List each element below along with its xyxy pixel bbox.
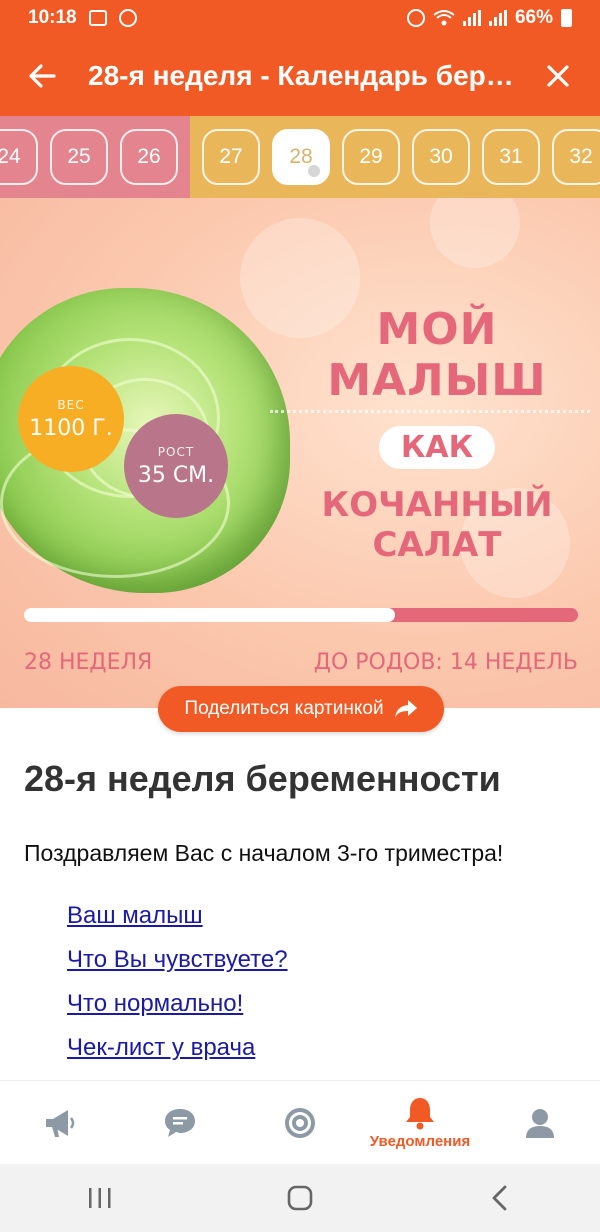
height-label: РОСТ xyxy=(157,444,195,459)
link-what-you-feel[interactable]: Что Вы чувствуете? xyxy=(67,946,288,974)
week-pill[interactable]: 27 xyxy=(202,129,260,185)
recent-apps-icon xyxy=(89,1188,111,1208)
chevron-left-icon xyxy=(492,1185,507,1211)
weight-label: ВЕС xyxy=(57,397,85,412)
article-intro: Поздравляем Вас с началом 3-го триместра… xyxy=(24,840,504,866)
image-notification-icon xyxy=(88,10,107,26)
link-your-baby[interactable]: Ваш малыш xyxy=(67,902,288,930)
week-pill[interactable]: 24 xyxy=(0,129,38,185)
status-time: 10:18 xyxy=(28,7,77,28)
alarm-icon xyxy=(406,9,425,27)
link-what-is-normal[interactable]: Что нормально! xyxy=(67,990,288,1018)
nav-notifications-label: Уведомления xyxy=(369,1133,471,1150)
week-pill[interactable]: 29 xyxy=(342,129,400,185)
weight-badge: ВЕС 1100 Г. xyxy=(18,366,124,472)
bokeh-decoration xyxy=(430,198,520,268)
home-button[interactable] xyxy=(270,1178,330,1218)
height-value: 35 СМ. xyxy=(137,462,215,488)
week-pill[interactable]: 25 xyxy=(50,129,108,185)
nav-goals[interactable] xyxy=(240,1081,360,1164)
nav-profile[interactable] xyxy=(480,1081,600,1164)
signal-icon xyxy=(462,10,481,26)
chat-icon xyxy=(165,1108,195,1137)
home-icon xyxy=(287,1185,313,1211)
week-pill[interactable]: 30 xyxy=(412,129,470,185)
viber-notification-icon xyxy=(118,9,137,27)
back-button[interactable] xyxy=(22,56,62,96)
article-title: 28-я неделя беременности xyxy=(24,758,501,799)
battery-icon xyxy=(561,9,572,27)
hero-caption: МОЙ МАЛЫШ КАК КОЧАННЫЙ САЛАТ xyxy=(302,304,572,565)
week-selector[interactable]: 24 25 26 27 28 29 30 31 32 xyxy=(0,116,600,198)
progress-fill xyxy=(24,608,396,622)
nav-chat[interactable] xyxy=(120,1081,240,1164)
person-icon xyxy=(526,1108,554,1138)
arrow-left-icon xyxy=(29,64,56,88)
week-pill-selected[interactable]: 28 xyxy=(272,129,330,185)
close-button[interactable] xyxy=(538,56,578,96)
week-pill[interactable]: 32 xyxy=(552,129,600,185)
share-arrow-icon xyxy=(394,700,417,718)
battery-percent: 66% xyxy=(514,7,553,28)
week-pill[interactable]: 26 xyxy=(120,129,178,185)
hero-headline: МОЙ МАЛЫШ xyxy=(327,304,547,406)
system-navigation-bar xyxy=(0,1164,600,1232)
week-pill[interactable]: 31 xyxy=(482,129,540,185)
hero-kak: КАК xyxy=(378,426,496,469)
weight-value: 1100 Г. xyxy=(29,415,113,441)
close-icon xyxy=(547,65,569,87)
megaphone-icon xyxy=(46,1109,75,1137)
week-pill-label: 28 xyxy=(289,145,313,168)
signal-icon-2 xyxy=(488,10,507,26)
page-title: 28-я неделя - Календарь беременности xyxy=(88,60,528,91)
link-doctor-checklist[interactable]: Чек-лист у врача xyxy=(67,1034,288,1062)
status-bar: 10:18 66% xyxy=(0,0,600,36)
wifi-icon xyxy=(433,10,455,26)
height-badge: РОСТ 35 СМ. xyxy=(124,414,228,518)
week-hero-image: МОЙ МАЛЫШ КАК КОЧАННЫЙ САЛАТ ВЕС 1100 Г.… xyxy=(0,198,600,708)
app-toolbar: 28-я неделя - Календарь беременности xyxy=(0,36,600,116)
nav-notifications[interactable]: Уведомления xyxy=(360,1081,480,1164)
share-image-button[interactable]: Поделиться картинкой xyxy=(158,686,444,732)
bottom-navigation: Уведомления xyxy=(0,1080,600,1164)
nav-announcements[interactable] xyxy=(0,1081,120,1164)
system-back-button[interactable] xyxy=(470,1178,530,1218)
weeks-to-due-label: ДО РОДОВ: 14 НЕДЕЛЬ xyxy=(313,650,578,675)
bell-icon xyxy=(406,1098,434,1130)
article-links: Ваш малыш Что Вы чувствуете? Что нормаль… xyxy=(67,902,288,1078)
target-icon xyxy=(285,1107,315,1138)
week-label: 28 НЕДЕЛЯ xyxy=(24,650,153,675)
hero-subject: КОЧАННЫЙ САЛАТ xyxy=(321,485,553,565)
baby-icon xyxy=(308,165,320,177)
pregnancy-progress-bar xyxy=(24,608,578,622)
share-button-label: Поделиться картинкой xyxy=(184,698,384,719)
recent-apps-button[interactable] xyxy=(70,1178,130,1218)
